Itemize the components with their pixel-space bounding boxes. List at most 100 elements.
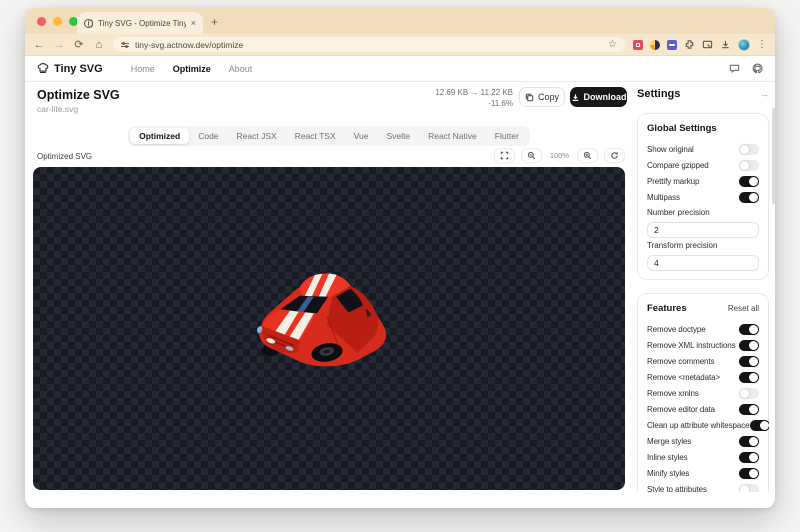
new-tab-button[interactable]: + xyxy=(211,15,218,29)
setting-row-show-original: Show original xyxy=(647,141,759,157)
format-tabs-wrap: Optimized Code React JSX React TSX Vue Svelte… xyxy=(33,126,625,146)
downloads-icon[interactable] xyxy=(720,39,731,50)
toggle-clean-up-attribute-whitespace[interactable] xyxy=(749,419,769,431)
setting-label: Remove doctype xyxy=(647,324,706,334)
copy-icon xyxy=(525,93,534,101)
collapse-sidebar-icon[interactable]: → xyxy=(760,89,769,99)
zoom-in-icon xyxy=(583,151,592,160)
toggle-knob xyxy=(749,192,758,202)
setting-row-minify-styles: Minify styles xyxy=(647,465,759,481)
format-tabs: Optimized Code React JSX React TSX Vue Svelte… xyxy=(128,126,530,146)
toggle-remove-editor-data[interactable] xyxy=(739,403,759,415)
global-inputs: Number precision Transform precision xyxy=(647,208,759,271)
toggle-remove-xml-instructions[interactable] xyxy=(739,339,759,351)
toggle-minify-styles[interactable] xyxy=(739,467,759,479)
setting-label: Clean up attribute whitespace xyxy=(647,420,750,430)
toggle-knob xyxy=(749,176,758,186)
toggle-merge-styles[interactable] xyxy=(739,435,759,447)
tab-react-tsx[interactable]: React TSX xyxy=(286,128,345,144)
forward-icon[interactable]: → xyxy=(53,39,65,51)
app-header: Tiny SVG Home Optimize About xyxy=(25,56,775,82)
extension-red-icon[interactable] xyxy=(633,39,643,50)
toggle-show-original[interactable] xyxy=(739,143,759,155)
sidebar-scrollbar[interactable] xyxy=(772,108,775,204)
close-window-button[interactable] xyxy=(37,17,46,26)
tab-optimized[interactable]: Optimized xyxy=(130,128,190,144)
profile-avatar[interactable] xyxy=(738,38,750,51)
browser-window: Tiny SVG - Optimize Tiny SV... × + ← → ⟳… xyxy=(25,8,775,508)
toggle-knob xyxy=(749,404,758,414)
toggle-knob xyxy=(749,468,758,478)
preview-toolbar: 100% xyxy=(493,148,625,163)
extension-indigo-icon[interactable] xyxy=(667,39,677,50)
browser-tabstrip: Tiny SVG - Optimize Tiny SV... × + xyxy=(25,8,775,34)
tab-close-icon[interactable]: × xyxy=(191,18,196,28)
reset-zoom-icon xyxy=(611,152,618,159)
reload-icon[interactable]: ⟳ xyxy=(73,38,85,51)
toggle-remove-doctype[interactable] xyxy=(739,323,759,335)
back-icon[interactable]: ← xyxy=(33,39,45,51)
app-logo[interactable]: Tiny SVG xyxy=(37,63,103,75)
browser-toolbar: ← → ⟳ ⌂ tiny-svg.actnow.dev/optimize ☆ ⋮ xyxy=(25,34,775,56)
chef-hat-icon xyxy=(37,62,49,73)
toggle-remove-metadata[interactable] xyxy=(739,371,759,383)
toggle-prettify-markup[interactable] xyxy=(739,175,759,187)
bookmark-star-icon[interactable]: ☆ xyxy=(608,39,617,50)
setting-row-remove-editor-data: Remove editor data xyxy=(647,401,759,417)
browser-menu-icon[interactable]: ⋮ xyxy=(757,39,767,50)
tab-code[interactable]: Code xyxy=(189,128,227,144)
settings-title: Settings xyxy=(637,88,681,100)
setting-row-multipass: Multipass xyxy=(647,189,759,205)
github-icon[interactable] xyxy=(752,63,763,74)
nav-home[interactable]: Home xyxy=(131,64,155,74)
site-settings-icon[interactable] xyxy=(121,41,129,48)
tab-react-native[interactable]: React Native xyxy=(419,128,486,144)
reset-all-button[interactable]: Reset all xyxy=(728,304,759,313)
toggle-knob xyxy=(749,452,758,462)
fullscreen-button[interactable] xyxy=(493,148,515,163)
expand-icon xyxy=(500,151,509,160)
tab-flutter[interactable]: Flutter xyxy=(486,128,528,144)
nav-optimize[interactable]: Optimize xyxy=(173,64,211,74)
car-svg-artwork xyxy=(256,273,387,367)
download-button[interactable]: Download xyxy=(570,87,627,107)
reset-zoom-button[interactable] xyxy=(604,148,625,163)
svg-preview-canvas[interactable] xyxy=(33,167,625,490)
tab-react-jsx[interactable]: React JSX xyxy=(228,128,286,144)
nav-about[interactable]: About xyxy=(229,64,253,74)
settings-sidebar: Settings → Global Settings Show original… xyxy=(637,88,769,492)
logo-text: Tiny SVG xyxy=(54,62,103,75)
copy-button[interactable]: Copy xyxy=(519,87,565,107)
tab-vue[interactable]: Vue xyxy=(345,128,378,144)
extension-circle-icon[interactable] xyxy=(650,39,660,50)
toggle-inline-styles[interactable] xyxy=(739,451,759,463)
zoom-out-button[interactable] xyxy=(520,148,542,163)
toggle-knob xyxy=(740,484,749,492)
toggle-remove-xmlns[interactable] xyxy=(739,387,759,399)
toggle-style-to-attributes[interactable] xyxy=(739,483,759,492)
zoom-in-button[interactable] xyxy=(577,148,598,163)
size-before-after: 12.69 KB → 11.22 KB xyxy=(435,88,513,97)
setting-label: Inline styles xyxy=(647,452,688,462)
setting-row-compare-gzipped: Compare gzipped xyxy=(647,157,759,173)
feedback-bubble-icon[interactable] xyxy=(729,63,740,74)
toggle-knob xyxy=(749,324,758,334)
setting-label: Compare gzipped xyxy=(647,160,709,170)
number-precision-input[interactable] xyxy=(647,222,759,238)
tab-svelte[interactable]: Svelte xyxy=(377,128,419,144)
extensions-puzzle-icon[interactable] xyxy=(684,39,695,50)
setting-row-prettify-markup: Prettify markup xyxy=(647,173,759,189)
toggle-knob xyxy=(740,388,749,398)
toggle-multipass[interactable] xyxy=(739,191,759,203)
toggle-remove-comments[interactable] xyxy=(739,355,759,367)
tab-favicon-globe-icon xyxy=(84,18,93,28)
browser-tab[interactable]: Tiny SVG - Optimize Tiny SV... × xyxy=(77,12,203,34)
toggle-compare-gzipped[interactable] xyxy=(739,159,759,171)
address-bar[interactable]: tiny-svg.actnow.dev/optimize ☆ xyxy=(113,37,625,52)
minimize-window-button[interactable] xyxy=(53,17,62,26)
toggle-knob xyxy=(749,356,758,366)
home-icon[interactable]: ⌂ xyxy=(93,39,105,51)
header-icons xyxy=(729,63,763,74)
inspect-window-icon[interactable] xyxy=(702,39,713,50)
transform-precision-input[interactable] xyxy=(647,255,759,271)
